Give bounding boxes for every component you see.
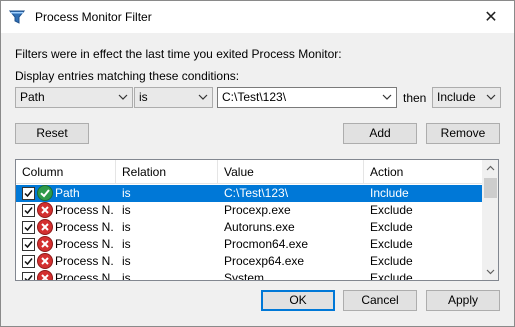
window-title: Process Monitor Filter — [35, 10, 152, 24]
value-input[interactable]: C:\Test\123\ — [222, 90, 286, 104]
value-combo[interactable]: C:\Test\123\ — [217, 87, 397, 108]
checkmark-icon — [24, 241, 33, 249]
relation-select[interactable]: is — [134, 87, 213, 108]
cell-value: Autoruns.exe — [224, 220, 295, 234]
table-row[interactable]: Process N... is Procmon64.exe Exclude — [16, 236, 482, 253]
exclude-icon — [37, 219, 53, 235]
cell-column: Process N... — [55, 203, 113, 217]
cell-action: Exclude — [370, 254, 413, 268]
cell-value: C:\Test\123\ — [224, 186, 289, 200]
table-row[interactable]: Process N... is Autoruns.exe Exclude — [16, 219, 482, 236]
chevron-down-icon — [198, 94, 208, 100]
cell-relation: is — [122, 186, 131, 200]
remove-button[interactable]: Remove — [426, 123, 500, 144]
table-row[interactable]: Process N... is Procexp.exe Exclude — [16, 202, 482, 219]
cell-value: System — [224, 271, 265, 281]
cell-value: Procexp.exe — [224, 203, 291, 217]
cell-column: Process N... — [55, 220, 113, 234]
cell-action: Exclude — [370, 271, 413, 281]
checkmark-icon — [24, 275, 33, 280]
row-checkbox[interactable] — [22, 255, 35, 268]
checkmark-icon — [24, 207, 33, 215]
relation-select-value: is — [139, 90, 148, 104]
chevron-down-icon — [486, 269, 495, 275]
then-label: then — [403, 91, 427, 105]
cell-column: Path — [55, 186, 80, 200]
chevron-down-icon — [118, 94, 128, 100]
exclude-icon — [37, 270, 53, 280]
column-header-action[interactable]: Action — [364, 160, 482, 184]
include-icon — [37, 185, 53, 201]
column-header-column[interactable]: Column — [16, 160, 116, 184]
chevron-down-icon[interactable] — [381, 91, 393, 103]
apply-button[interactable]: Apply — [426, 290, 500, 311]
scroll-thumb[interactable] — [484, 178, 497, 198]
cell-relation: is — [122, 254, 131, 268]
reset-button[interactable]: Reset — [15, 123, 89, 144]
column-select[interactable]: Path — [15, 87, 133, 108]
exclude-icon — [37, 236, 53, 252]
row-checkbox[interactable] — [22, 238, 35, 251]
close-icon: ✕ — [484, 9, 498, 26]
vertical-scrollbar[interactable] — [482, 160, 498, 280]
column-header-value[interactable]: Value — [218, 160, 364, 184]
row-checkbox[interactable] — [22, 204, 35, 217]
exclude-icon — [37, 253, 53, 269]
action-select-value: Include — [437, 90, 476, 104]
ok-button[interactable]: OK — [261, 290, 335, 311]
cancel-button[interactable]: Cancel — [343, 290, 417, 311]
cell-relation: is — [122, 203, 131, 217]
cell-relation: is — [122, 237, 131, 251]
filter-list[interactable]: Column Relation Value Action Path is C:\Te… — [15, 159, 499, 281]
checkmark-icon — [24, 258, 33, 266]
conditions-label: Display entries matching these condition… — [15, 69, 240, 83]
table-row[interactable]: Process N... is System Exclude — [16, 270, 482, 281]
filter-funnel-icon — [9, 10, 25, 24]
add-button[interactable]: Add — [343, 123, 417, 144]
cell-value: Procmon64.exe — [224, 237, 309, 251]
checkmark-icon — [24, 224, 33, 232]
row-checkbox[interactable] — [22, 272, 35, 280]
cell-action: Exclude — [370, 220, 413, 234]
title-bar: Process Monitor Filter ✕ — [1, 1, 514, 33]
table-row[interactable]: Path is C:\Test\123\ Include — [16, 185, 482, 202]
action-select[interactable]: Include — [432, 87, 501, 108]
cell-action: Exclude — [370, 237, 413, 251]
intro-text: Filters were in effect the last time you… — [15, 47, 342, 61]
table-row[interactable]: Process N... is Procexp64.exe Exclude — [16, 253, 482, 270]
cell-column: Process N... — [55, 254, 113, 268]
row-checkbox[interactable] — [22, 221, 35, 234]
close-button[interactable]: ✕ — [468, 1, 514, 33]
scroll-down-button[interactable] — [482, 263, 498, 280]
column-header-relation[interactable]: Relation — [116, 160, 218, 184]
process-monitor-filter-dialog: Process Monitor Filter ✕ Filters were in… — [0, 0, 515, 327]
cell-action: Exclude — [370, 203, 413, 217]
cell-column: Process N... — [55, 271, 113, 281]
checkmark-icon — [24, 190, 33, 198]
column-select-value: Path — [20, 90, 45, 104]
chevron-up-icon — [486, 165, 495, 171]
scroll-up-button[interactable] — [482, 160, 498, 177]
cell-relation: is — [122, 271, 131, 281]
cell-action: Include — [370, 186, 409, 200]
row-checkbox[interactable] — [22, 187, 35, 200]
cell-column: Process N... — [55, 237, 113, 251]
chevron-down-icon — [486, 94, 496, 100]
exclude-icon — [37, 202, 53, 218]
list-header: Column Relation Value Action — [16, 160, 482, 184]
cell-relation: is — [122, 220, 131, 234]
cell-value: Procexp64.exe — [224, 254, 305, 268]
